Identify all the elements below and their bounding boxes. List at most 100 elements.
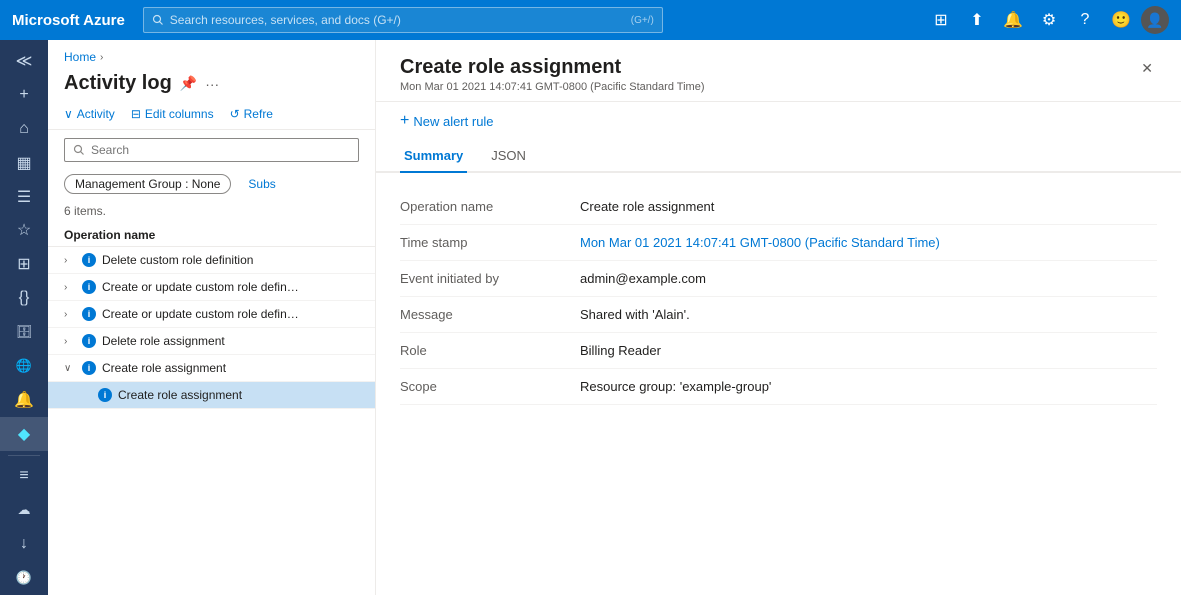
- info-icon: i: [82, 334, 96, 348]
- tab-summary[interactable]: Summary: [400, 140, 467, 173]
- subscription-filter[interactable]: Subs: [237, 174, 286, 194]
- refresh-label: Refre: [244, 107, 273, 121]
- sidebar-menu-btn[interactable]: ≡: [0, 460, 48, 494]
- scope-value: Resource group: 'example-group': [580, 379, 1157, 394]
- panel-header: Create role assignment Mon Mar 01 2021 1…: [376, 40, 1181, 102]
- table-header: Operation name: [48, 224, 375, 247]
- operation-label: Operation name: [400, 199, 580, 214]
- bell-icon[interactable]: 🔔: [997, 4, 1029, 36]
- chevron-right-icon: ›: [64, 255, 76, 266]
- sidebar-diamond-btn[interactable]: ◆: [0, 417, 48, 451]
- list-item[interactable]: › i Create or update custom role defin…: [48, 274, 375, 301]
- info-icon: i: [82, 280, 96, 294]
- list-item[interactable]: i Create role assignment: [48, 382, 375, 409]
- refresh-icon: ↺: [230, 107, 240, 121]
- chevron-right-icon: ›: [64, 309, 76, 320]
- new-alert-label: New alert rule: [413, 114, 493, 129]
- sidebar-add-btn[interactable]: +: [0, 78, 48, 112]
- close-button[interactable]: ✕: [1137, 56, 1157, 81]
- sidebar-clock-btn[interactable]: 🕐: [0, 561, 48, 595]
- sidebar-favorites-btn[interactable]: ☆: [0, 213, 48, 247]
- search-icon: [152, 14, 164, 26]
- sidebar-database-btn[interactable]: 🗄: [0, 315, 48, 349]
- message-label: Message: [400, 307, 580, 322]
- list-item[interactable]: › i Delete role assignment: [48, 328, 375, 355]
- detail-row-event-initiated: Event initiated by admin@example.com: [400, 261, 1157, 297]
- brand-label: Microsoft Azure: [12, 12, 125, 29]
- right-panel: Create role assignment Mon Mar 01 2021 1…: [376, 40, 1181, 595]
- panel-title-group: Create role assignment Mon Mar 01 2021 1…: [400, 56, 705, 93]
- management-group-filter[interactable]: Management Group : None: [64, 174, 231, 194]
- sidebar-cloud-btn[interactable]: ☁: [0, 493, 48, 527]
- row-label: Delete custom role definition: [102, 253, 253, 267]
- new-alert-row: + New alert rule: [376, 102, 1181, 140]
- new-alert-rule-btn[interactable]: + New alert rule: [400, 112, 494, 130]
- sidebar-globe-btn[interactable]: 🌐: [0, 349, 48, 383]
- main-layout: ≪ + ⌂ ▦ ☰ ☆ ⊞ {} 🗄 🌐 🔔 ◆ ≡ ☁ ↓ 🕐 Home › …: [0, 40, 1181, 595]
- global-search-input[interactable]: [170, 13, 625, 27]
- feedback-icon[interactable]: 🙂: [1105, 4, 1137, 36]
- sidebar-arrow-btn[interactable]: ↓: [0, 527, 48, 561]
- cloud-upload-icon[interactable]: ⬆: [961, 4, 993, 36]
- sidebar-list-btn[interactable]: ☰: [0, 180, 48, 214]
- filter-row: Management Group : None Subs: [48, 170, 375, 202]
- left-panel: Home › Activity log 📌 ··· ∨ Activity ⊟ E…: [48, 40, 376, 595]
- row-label: Delete role assignment: [102, 334, 225, 348]
- search-icon: [73, 144, 85, 156]
- detail-row-message: Message Shared with 'Alain'.: [400, 297, 1157, 333]
- user-avatar[interactable]: 👤: [1141, 6, 1169, 34]
- edit-columns-label: Edit columns: [145, 107, 214, 121]
- sidebar-notification-btn[interactable]: 🔔: [0, 383, 48, 417]
- sidebar-home-btn[interactable]: ⌂: [0, 112, 48, 146]
- timestamp-value[interactable]: Mon Mar 01 2021 14:07:41 GMT-0800 (Pacif…: [580, 235, 1157, 250]
- subs-label: Subs: [248, 177, 275, 191]
- management-group-label: Management Group : None: [75, 177, 220, 191]
- detail-content: Operation name Create role assignment Ti…: [376, 173, 1181, 595]
- sidebar-divider: [8, 455, 40, 456]
- nav-icons-group: ⊞ ⬆ 🔔 ⚙ ? 🙂 👤: [925, 4, 1169, 36]
- detail-row-role: Role Billing Reader: [400, 333, 1157, 369]
- search-input-wrap[interactable]: [64, 138, 359, 162]
- toolbar: ∨ Activity ⊟ Edit columns ↺ Refre: [48, 103, 375, 130]
- info-icon: i: [98, 388, 112, 402]
- sidebar-grid-btn[interactable]: ⊞: [0, 247, 48, 281]
- breadcrumb-home[interactable]: Home: [64, 50, 96, 64]
- edit-columns-btn[interactable]: ⊟ Edit columns: [131, 107, 214, 121]
- detail-row-scope: Scope Resource group: 'example-group': [400, 369, 1157, 405]
- chevron-down-icon: ∨: [64, 363, 76, 374]
- more-options-icon[interactable]: ···: [205, 76, 219, 92]
- activity-dropdown-btn[interactable]: ∨ Activity: [64, 107, 115, 121]
- detail-row-operation: Operation name Create role assignment: [400, 189, 1157, 225]
- role-value: Billing Reader: [580, 343, 1157, 358]
- sidebar-dashboard-btn[interactable]: ▦: [0, 146, 48, 180]
- pin-icon[interactable]: 📌: [180, 75, 197, 92]
- chevron-down-icon: ∨: [64, 107, 73, 121]
- search-input[interactable]: [91, 143, 350, 157]
- sidebar-code-btn[interactable]: {}: [0, 281, 48, 315]
- chevron-right-icon: ›: [64, 282, 76, 293]
- panel-subtitle: Mon Mar 01 2021 14:07:41 GMT-0800 (Pacif…: [400, 81, 705, 93]
- grid-nav-icon[interactable]: ⊞: [925, 4, 957, 36]
- list-item[interactable]: ∨ i Create role assignment: [48, 355, 375, 382]
- global-search-bar[interactable]: (G+/): [143, 7, 663, 33]
- info-icon: i: [82, 253, 96, 267]
- settings-icon[interactable]: ⚙: [1033, 4, 1065, 36]
- sidebar-collapse-btn[interactable]: ≪: [0, 44, 48, 78]
- refresh-btn[interactable]: ↺ Refre: [230, 107, 273, 121]
- list-item[interactable]: › i Delete custom role definition: [48, 247, 375, 274]
- items-count: 6 items.: [48, 202, 375, 224]
- role-label: Role: [400, 343, 580, 358]
- help-icon[interactable]: ?: [1069, 4, 1101, 36]
- list-item[interactable]: › i Create or update custom role defin…: [48, 301, 375, 328]
- breadcrumb-separator: ›: [100, 52, 103, 63]
- search-shortcut: (G+/): [631, 15, 654, 26]
- event-initiated-value: admin@example.com: [580, 271, 1157, 286]
- tab-json[interactable]: JSON: [487, 140, 530, 173]
- page-header: Activity log 📌 ···: [48, 68, 375, 103]
- event-initiated-label: Event initiated by: [400, 271, 580, 286]
- top-navigation: Microsoft Azure (G+/) ⊞ ⬆ 🔔 ⚙ ? 🙂 👤: [0, 0, 1181, 40]
- info-icon: i: [82, 361, 96, 375]
- columns-icon: ⊟: [131, 107, 141, 121]
- activity-label: Activity: [77, 107, 115, 121]
- row-label: Create or update custom role defin…: [102, 280, 299, 294]
